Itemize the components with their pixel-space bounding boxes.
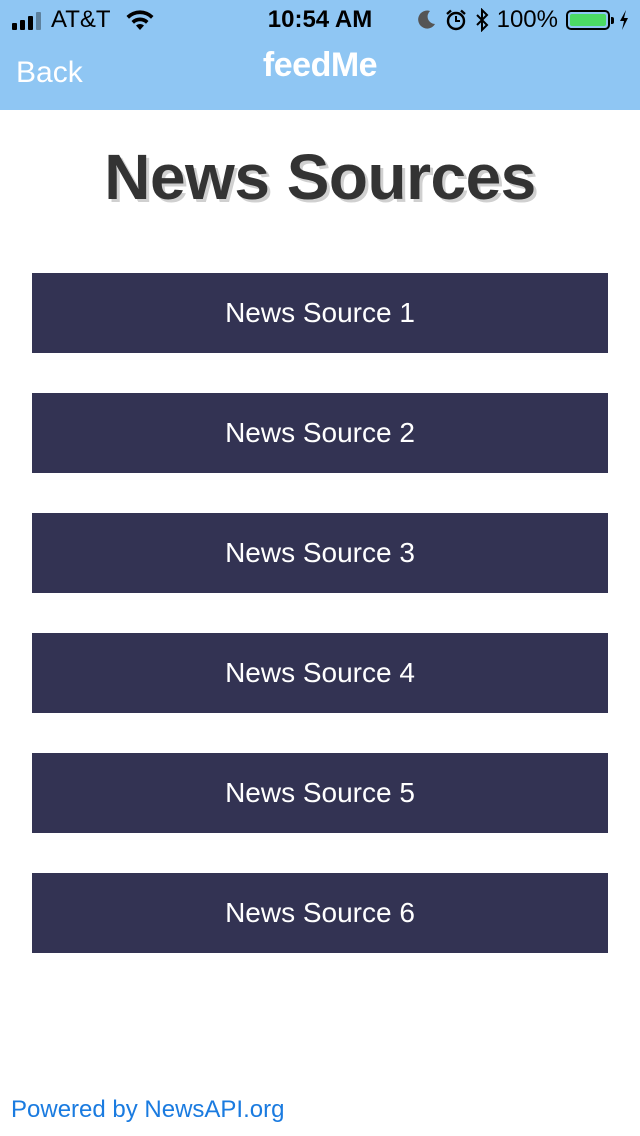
newsapi-link[interactable]: Powered by NewsAPI.org xyxy=(11,1096,284,1124)
news-source-list: News Source 1 News Source 2 News Source … xyxy=(32,273,608,993)
battery-percent: 100% xyxy=(496,6,558,33)
top-bar: AT&T 10:54 AM 100% Back feedMe xyxy=(0,0,640,110)
status-bar: AT&T 10:54 AM 100% xyxy=(0,0,640,40)
alarm-icon xyxy=(445,9,466,31)
news-source-button-4[interactable]: News Source 4 xyxy=(32,633,608,713)
news-source-button-6[interactable]: News Source 6 xyxy=(32,873,608,953)
charging-icon xyxy=(620,10,628,30)
moon-icon xyxy=(417,10,435,29)
screen: AT&T 10:54 AM 100% Back feedMe News Sour… xyxy=(0,0,640,1136)
news-source-button-2[interactable]: News Source 2 xyxy=(32,393,608,473)
news-source-button-1[interactable]: News Source 1 xyxy=(32,273,608,353)
page-title: News Sources xyxy=(104,141,536,213)
news-source-button-3[interactable]: News Source 3 xyxy=(32,513,608,593)
status-right: 100% xyxy=(417,6,630,34)
battery-icon xyxy=(566,10,614,30)
app-title: feedMe xyxy=(262,46,378,84)
bluetooth-icon xyxy=(475,8,489,32)
news-source-button-5[interactable]: News Source 5 xyxy=(32,753,608,833)
battery-level xyxy=(570,14,606,26)
